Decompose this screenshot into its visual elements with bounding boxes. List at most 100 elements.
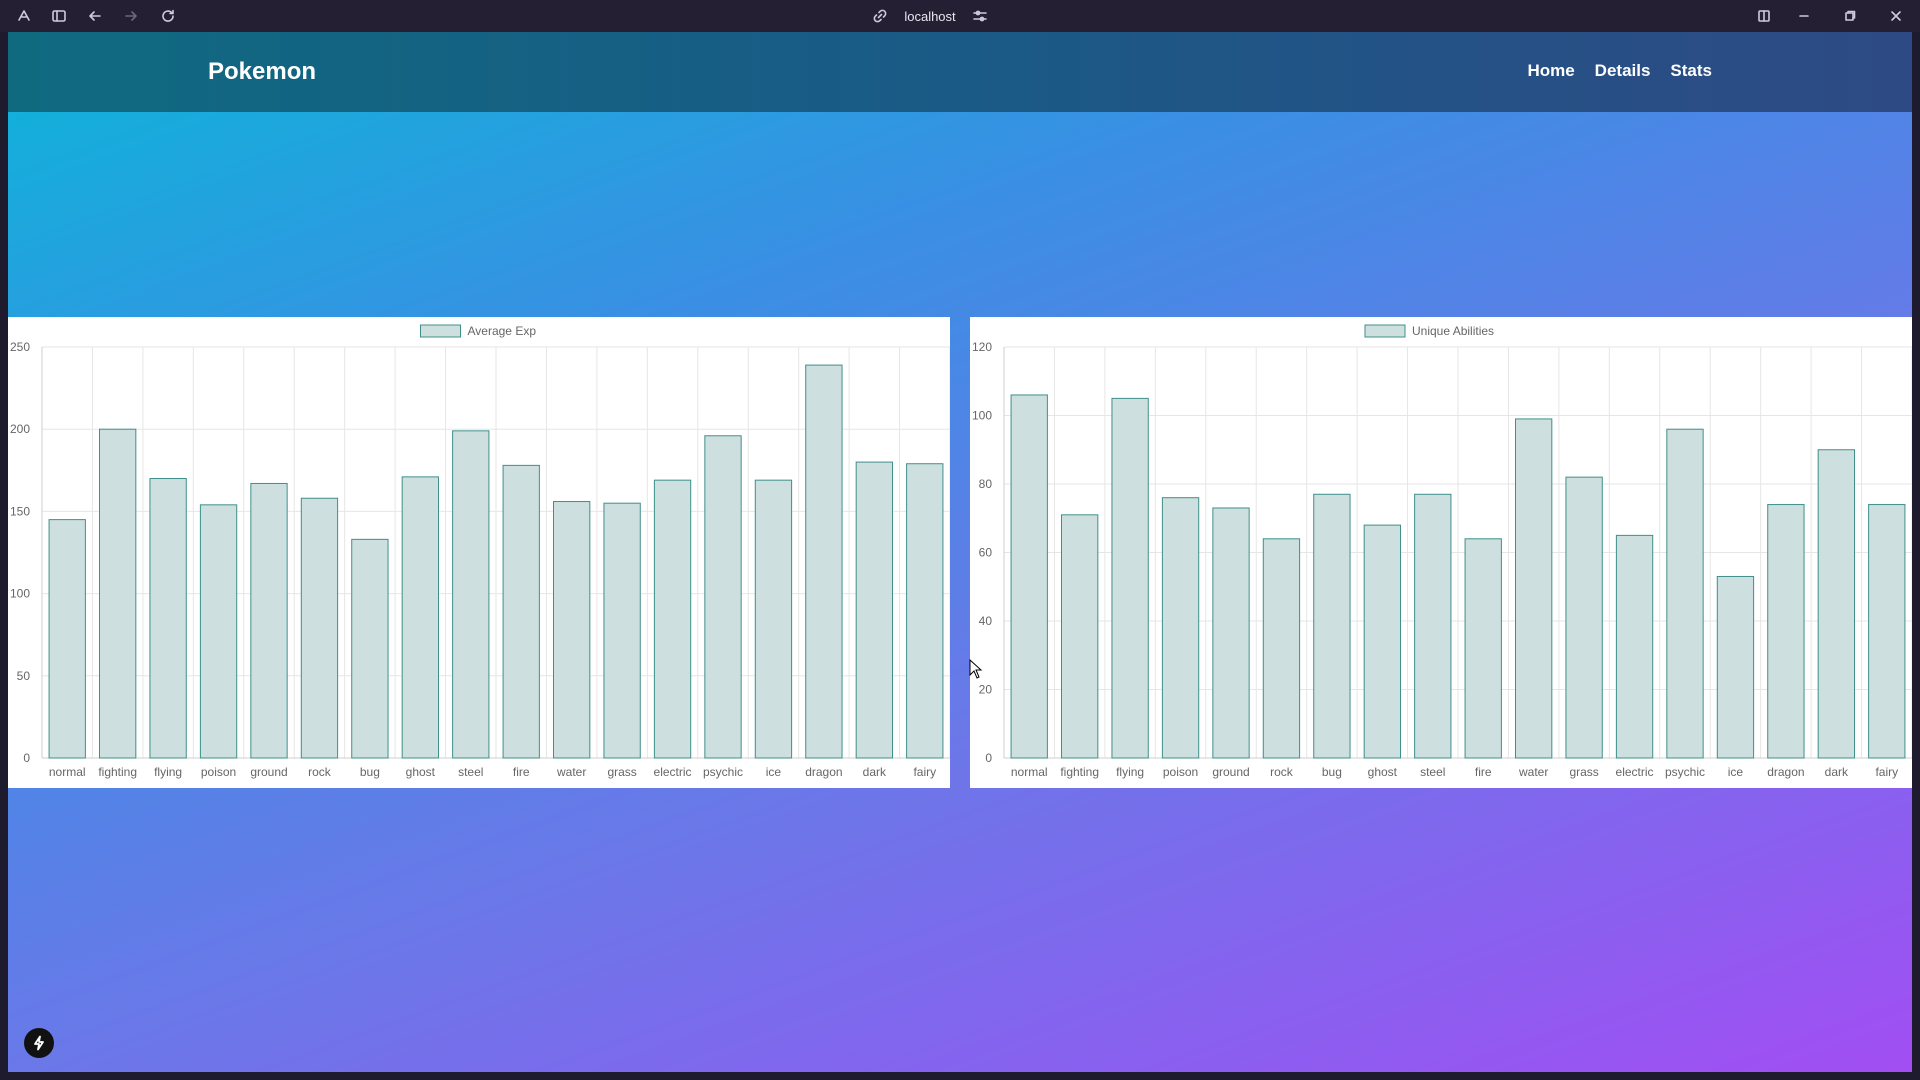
bar-fighting[interactable] [1061,514,1099,759]
x-tick-label: water [1518,765,1548,779]
y-tick-label: 120 [972,340,992,354]
y-tick-label: 100 [972,409,992,423]
bar-steel[interactable] [1414,493,1452,759]
link-icon [870,6,890,26]
x-tick-label: psychic [703,765,743,779]
page-viewport: Pokemon Home Details Stats Average Exp 0 5… [8,32,1912,1072]
bar-ghost[interactable] [1363,524,1401,759]
average-exp-chart-panel: Average Exp 0 50 100 150 200 250 normal fighting… [8,317,950,788]
y-tick-label: 0 [985,751,992,765]
x-tick-label: ground [1212,765,1249,779]
bar-electric[interactable] [1615,534,1654,759]
x-tick-label: normal [1011,765,1048,779]
y-tick-label: 40 [979,614,993,628]
unique-abilities-chart-panel: Unique Abilities 0 20 40 60 80 100 120 normal fig… [970,317,1912,788]
nav-link-stats[interactable]: Stats [1670,61,1712,81]
x-tick-label: ice [766,765,782,779]
bar-flying[interactable] [149,478,187,759]
brand-title[interactable]: Pokemon [208,58,316,86]
bar-fighting[interactable] [99,428,137,759]
reload-icon[interactable] [158,6,178,26]
y-tick-label: 80 [979,477,993,491]
y-tick-label: 150 [10,504,30,518]
y-tick-label: 0 [23,751,30,765]
bar-dragon[interactable] [805,364,843,759]
bar-bug[interactable] [1313,493,1351,759]
bar-water[interactable] [1515,418,1553,759]
bar-ghost[interactable] [401,476,439,759]
bar-fairy[interactable] [1868,504,1906,759]
legend-label[interactable]: Average Exp [468,324,537,338]
legend-swatch[interactable] [1364,324,1406,338]
x-tick-label: bug [1322,765,1342,779]
x-tick-label: normal [49,765,86,779]
bar-ground[interactable] [1212,507,1250,759]
bar-ice[interactable] [754,479,793,759]
url-text[interactable]: localhost [904,9,955,24]
minimize-icon[interactable] [1794,6,1814,26]
bar-rock[interactable] [300,497,339,759]
site-settings-icon[interactable] [970,6,990,26]
x-tick-label: flying [154,765,182,779]
x-tick-label: dark [1825,765,1849,779]
y-tick-label: 60 [979,546,993,560]
x-tick-label: poison [201,765,236,779]
bar-bug[interactable] [351,538,389,759]
bar-poison[interactable] [1161,497,1200,759]
close-icon[interactable] [1886,6,1906,26]
bar-dark[interactable] [1817,449,1855,759]
x-tick-label: steel [1420,765,1445,779]
navbar: Pokemon Home Details Stats [8,32,1912,112]
x-tick-label: rock [1270,765,1294,779]
x-tick-label: fire [1475,765,1492,779]
restore-icon[interactable] [1840,6,1860,26]
bar-rock[interactable] [1262,538,1301,759]
x-tick-label: ghost [1368,765,1398,779]
bar-grass[interactable] [603,502,641,759]
y-tick-label: 200 [10,422,30,436]
bar-ground[interactable] [250,482,288,759]
x-tick-label: dragon [1767,765,1804,779]
bar-steel[interactable] [452,430,490,759]
y-tick-label: 100 [10,587,30,601]
nav-link-home[interactable]: Home [1527,61,1574,81]
legend-label[interactable]: Unique Abilities [1412,324,1494,338]
forward-icon[interactable] [121,6,141,26]
browser-logo-icon[interactable] [14,6,34,26]
x-tick-label: fairy [913,765,936,779]
bar-ice[interactable] [1716,575,1755,759]
x-tick-label: ground [250,765,287,779]
mouse-cursor-icon [969,659,983,679]
bar-dark[interactable] [855,461,893,759]
bar-psychic[interactable] [1666,428,1704,759]
x-tick-label: psychic [1665,765,1705,779]
nav-links: Home Details Stats [1527,61,1712,81]
bar-normal[interactable] [1010,394,1048,759]
nav-link-details[interactable]: Details [1595,61,1651,81]
legend-swatch[interactable] [420,324,461,338]
bar-dragon[interactable] [1767,504,1805,759]
lightning-button[interactable] [24,1028,54,1058]
average-exp-chart: Average Exp 0 50 100 150 200 250 normal fighting… [10,324,950,779]
x-tick-label: electric [654,765,692,779]
bar-grass[interactable] [1565,476,1603,759]
bar-normal[interactable] [48,519,86,759]
x-tick-label: poison [1163,765,1198,779]
split-view-icon[interactable] [1754,6,1774,26]
address-bar[interactable]: localhost [870,6,990,26]
bar-fire[interactable] [502,464,540,759]
bar-fire[interactable] [1464,538,1502,759]
back-icon[interactable] [85,6,105,26]
x-tick-label: ice [1728,765,1744,779]
bar-water[interactable] [553,501,591,759]
bar-electric[interactable] [653,479,692,759]
x-tick-label: fighting [1060,765,1099,779]
bar-psychic[interactable] [704,435,742,759]
y-tick-label: 20 [979,683,993,697]
sidebar-toggle-icon[interactable] [49,6,69,26]
bar-poison[interactable] [199,504,238,759]
x-tick-label: fire [513,765,530,779]
x-tick-label: dark [863,765,887,779]
bar-flying[interactable] [1111,397,1149,759]
bar-fairy[interactable] [906,463,944,759]
